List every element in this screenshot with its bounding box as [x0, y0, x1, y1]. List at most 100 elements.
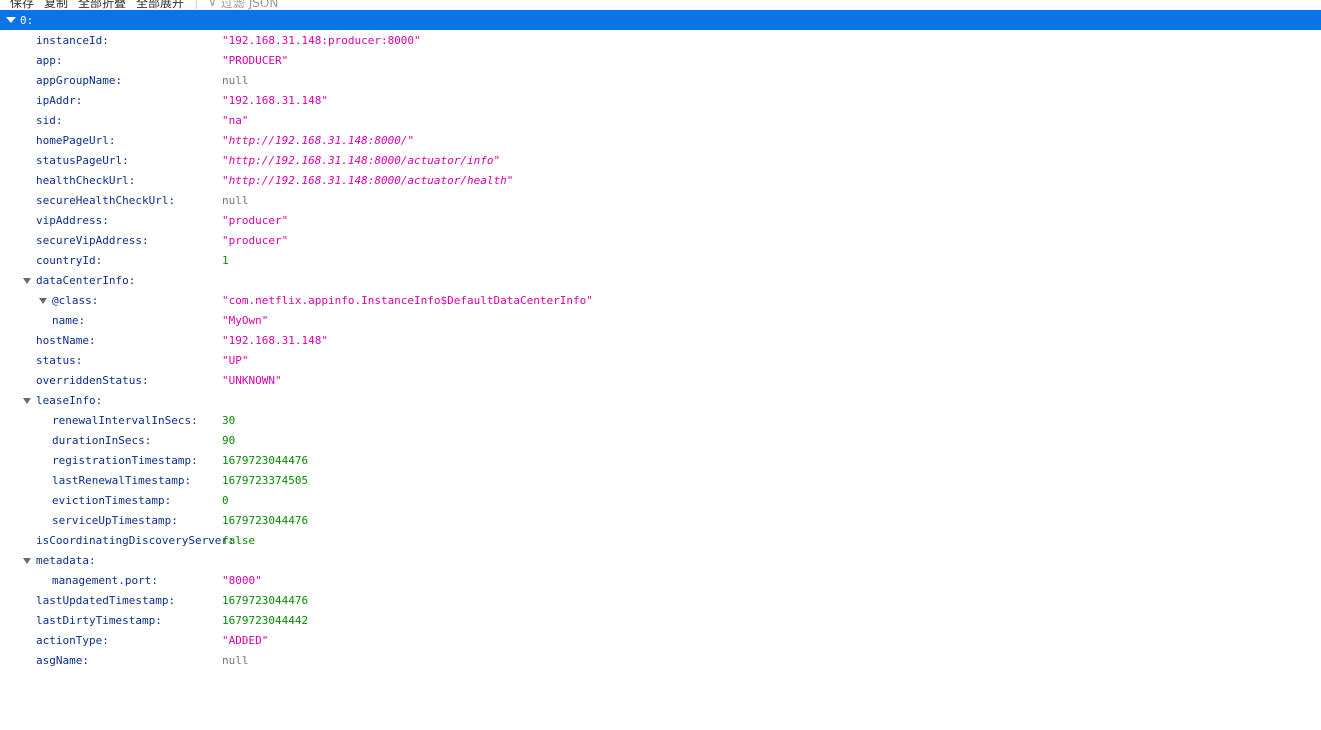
tree-row-iscoordinatingdiscoveryserver[interactable]: isCoordinatingDiscoveryServer: false: [0, 531, 1321, 551]
tree-key: durationInSecs:: [52, 434, 152, 447]
filter-json-input[interactable]: ⊽ 过滤 JSON: [208, 0, 278, 11]
tree-key: healthCheckUrl:: [36, 174, 136, 187]
tree-key: app:: [36, 54, 63, 67]
tree-row-root[interactable]: 0:: [0, 10, 1321, 30]
tree-key: lastUpdatedTimestamp:: [36, 594, 176, 607]
tree-value: null: [222, 74, 249, 87]
tree-key: leaseInfo:: [36, 394, 103, 407]
tree-key: sid:: [36, 114, 63, 127]
tree-value: "PRODUCER": [222, 54, 289, 67]
tree-row-registrationtimestamp[interactable]: registrationTimestamp: 1679723044476: [0, 451, 1321, 471]
tree-key: secureVipAddress:: [36, 234, 149, 247]
tree-row-overriddenstatus[interactable]: overriddenStatus: "UNKNOWN": [0, 371, 1321, 391]
tree-value: false: [222, 534, 256, 547]
url-link[interactable]: http://192.168.31.148:8000/actuator/heal…: [229, 174, 507, 187]
tree-value: "MyOwn": [222, 314, 269, 327]
tree-row-sid[interactable]: sid: "na": [0, 111, 1321, 131]
tree-value: 90: [222, 434, 236, 447]
tree-row-name[interactable]: name: "MyOwn": [0, 311, 1321, 331]
url-link[interactable]: http://192.168.31.148:8000/: [229, 134, 408, 147]
tree-key: vipAddress:: [36, 214, 109, 227]
tree-key: appGroupName:: [36, 74, 123, 87]
tree-value: null: [222, 194, 249, 207]
tree-key: registrationTimestamp:: [52, 454, 198, 467]
tree-value-link[interactable]: "http://192.168.31.148:8000/actuator/hea…: [222, 171, 513, 191]
tree-row-countryid[interactable]: countryId: 1: [0, 251, 1321, 271]
tree-key: @class:: [52, 294, 99, 307]
copy-button[interactable]: 复制: [44, 0, 68, 11]
tree-value: "192.168.31.148:producer:8000": [222, 34, 421, 47]
url-link[interactable]: http://192.168.31.148:8000/actuator/info: [229, 154, 494, 167]
tree-value: "UNKNOWN": [222, 374, 282, 387]
tree-row-homepageurl[interactable]: homePageUrl: "http://192.168.31.148:8000…: [0, 131, 1321, 151]
tree-value: "192.168.31.148": [222, 94, 328, 107]
tree-value: 1679723044442: [222, 614, 309, 627]
collapse-all-button[interactable]: 全部折叠: [78, 0, 126, 11]
json-viewer-toolbar: 保存 复制 全部折叠 全部展开 | ⊽ 过滤 JSON: [0, 0, 1321, 10]
tree-key: dataCenterInfo:: [36, 274, 136, 287]
tree-key: management.port:: [52, 574, 158, 587]
tree-key: asgName:: [36, 654, 89, 667]
tree-key: metadata:: [36, 554, 96, 567]
tree-value: 30: [222, 414, 236, 427]
expand-toggle-icon[interactable]: [23, 278, 31, 284]
tree-key: instanceId:: [36, 34, 109, 47]
tree-row-healthcheckurl[interactable]: healthCheckUrl: "http://192.168.31.148:8…: [0, 171, 1321, 191]
expand-toggle-icon[interactable]: [23, 558, 31, 564]
tree-value: "com.netflix.appinfo.InstanceInfo$Defaul…: [222, 294, 593, 307]
tree-row-evictiontimestamp[interactable]: evictionTimestamp: 0: [0, 491, 1321, 511]
tree-row-lastdirtytimestamp[interactable]: lastDirtyTimestamp: 1679723044442: [0, 611, 1321, 631]
tree-key: lastDirtyTimestamp:: [36, 614, 162, 627]
tree-key: lastRenewalTimestamp:: [52, 474, 192, 487]
tree-row-leaseinfo[interactable]: leaseInfo:: [0, 391, 1321, 411]
tree-value: "UP": [222, 354, 249, 367]
tree-value: 1679723374505: [222, 474, 309, 487]
tree-row-actiontype[interactable]: actionType: "ADDED": [0, 631, 1321, 651]
tree-key: statusPageUrl:: [36, 154, 129, 167]
tree-row-metadata[interactable]: metadata:: [0, 551, 1321, 571]
json-tree: instanceId: "192.168.31.148:producer:800…: [0, 31, 1321, 671]
tree-row-class[interactable]: @class: "com.netflix.appinfo.InstanceInf…: [0, 291, 1321, 311]
tree-row-management-port[interactable]: management.port: "8000": [0, 571, 1321, 591]
tree-row-statuspageurl[interactable]: statusPageUrl: "http://192.168.31.148:80…: [0, 151, 1321, 171]
expand-toggle-icon[interactable]: [39, 298, 47, 304]
tree-key: countryId:: [36, 254, 103, 267]
tree-value: "ADDED": [222, 634, 269, 647]
tree-row-serviceuptimestamp[interactable]: serviceUpTimestamp: 1679723044476: [0, 511, 1321, 531]
tree-row-durationinsecs[interactable]: durationInSecs: 90: [0, 431, 1321, 451]
tree-row-renewalintervalinsecs[interactable]: renewalIntervalInSecs: 30: [0, 411, 1321, 431]
tree-row-ipaddr[interactable]: ipAddr: "192.168.31.148": [0, 91, 1321, 111]
tree-key: actionType:: [36, 634, 109, 647]
tree-value: 1679723044476: [222, 514, 309, 527]
tree-key: evictionTimestamp:: [52, 494, 172, 507]
filter-placeholder: 过滤 JSON: [220, 0, 279, 10]
tree-row-datacenterinfo[interactable]: dataCenterInfo:: [0, 271, 1321, 291]
tree-value: "8000": [222, 574, 262, 587]
tree-row-instanceid[interactable]: instanceId: "192.168.31.148:producer:800…: [0, 31, 1321, 51]
save-button[interactable]: 保存: [10, 0, 34, 11]
tree-value-link[interactable]: "http://192.168.31.148:8000/actuator/inf…: [222, 151, 500, 171]
tree-row-vipaddress[interactable]: vipAddress: "producer": [0, 211, 1321, 231]
toolbar-divider: |: [194, 0, 199, 9]
tree-key: hostName:: [36, 334, 96, 347]
tree-row-securevipaddress[interactable]: secureVipAddress: "producer": [0, 231, 1321, 251]
tree-row-securehealthcheckurl[interactable]: secureHealthCheckUrl: null: [0, 191, 1321, 211]
tree-key: overriddenStatus:: [36, 374, 149, 387]
tree-row-hostname[interactable]: hostName: "192.168.31.148": [0, 331, 1321, 351]
expand-all-button[interactable]: 全部展开: [136, 0, 184, 11]
tree-row-lastupdatedtimestamp[interactable]: lastUpdatedTimestamp: 1679723044476: [0, 591, 1321, 611]
tree-row-appgroupname[interactable]: appGroupName: null: [0, 71, 1321, 91]
tree-row-lastrenewaltimestamp[interactable]: lastRenewalTimestamp: 1679723374505: [0, 471, 1321, 491]
expand-toggle-icon[interactable]: [23, 398, 31, 404]
tree-value-link[interactable]: "http://192.168.31.148:8000/": [222, 131, 414, 151]
filter-icon: ⊽: [208, 0, 217, 9]
tree-value: 1679723044476: [222, 594, 309, 607]
expand-toggle-icon[interactable]: [6, 17, 16, 23]
tree-row-status[interactable]: status: "UP": [0, 351, 1321, 371]
tree-key: name:: [52, 314, 86, 327]
tree-value: "na": [222, 114, 249, 127]
tree-row-asgname[interactable]: asgName: null: [0, 651, 1321, 671]
tree-value: 0: [222, 494, 229, 507]
tree-row-app[interactable]: app: "PRODUCER": [0, 51, 1321, 71]
tree-key: homePageUrl:: [36, 134, 116, 147]
